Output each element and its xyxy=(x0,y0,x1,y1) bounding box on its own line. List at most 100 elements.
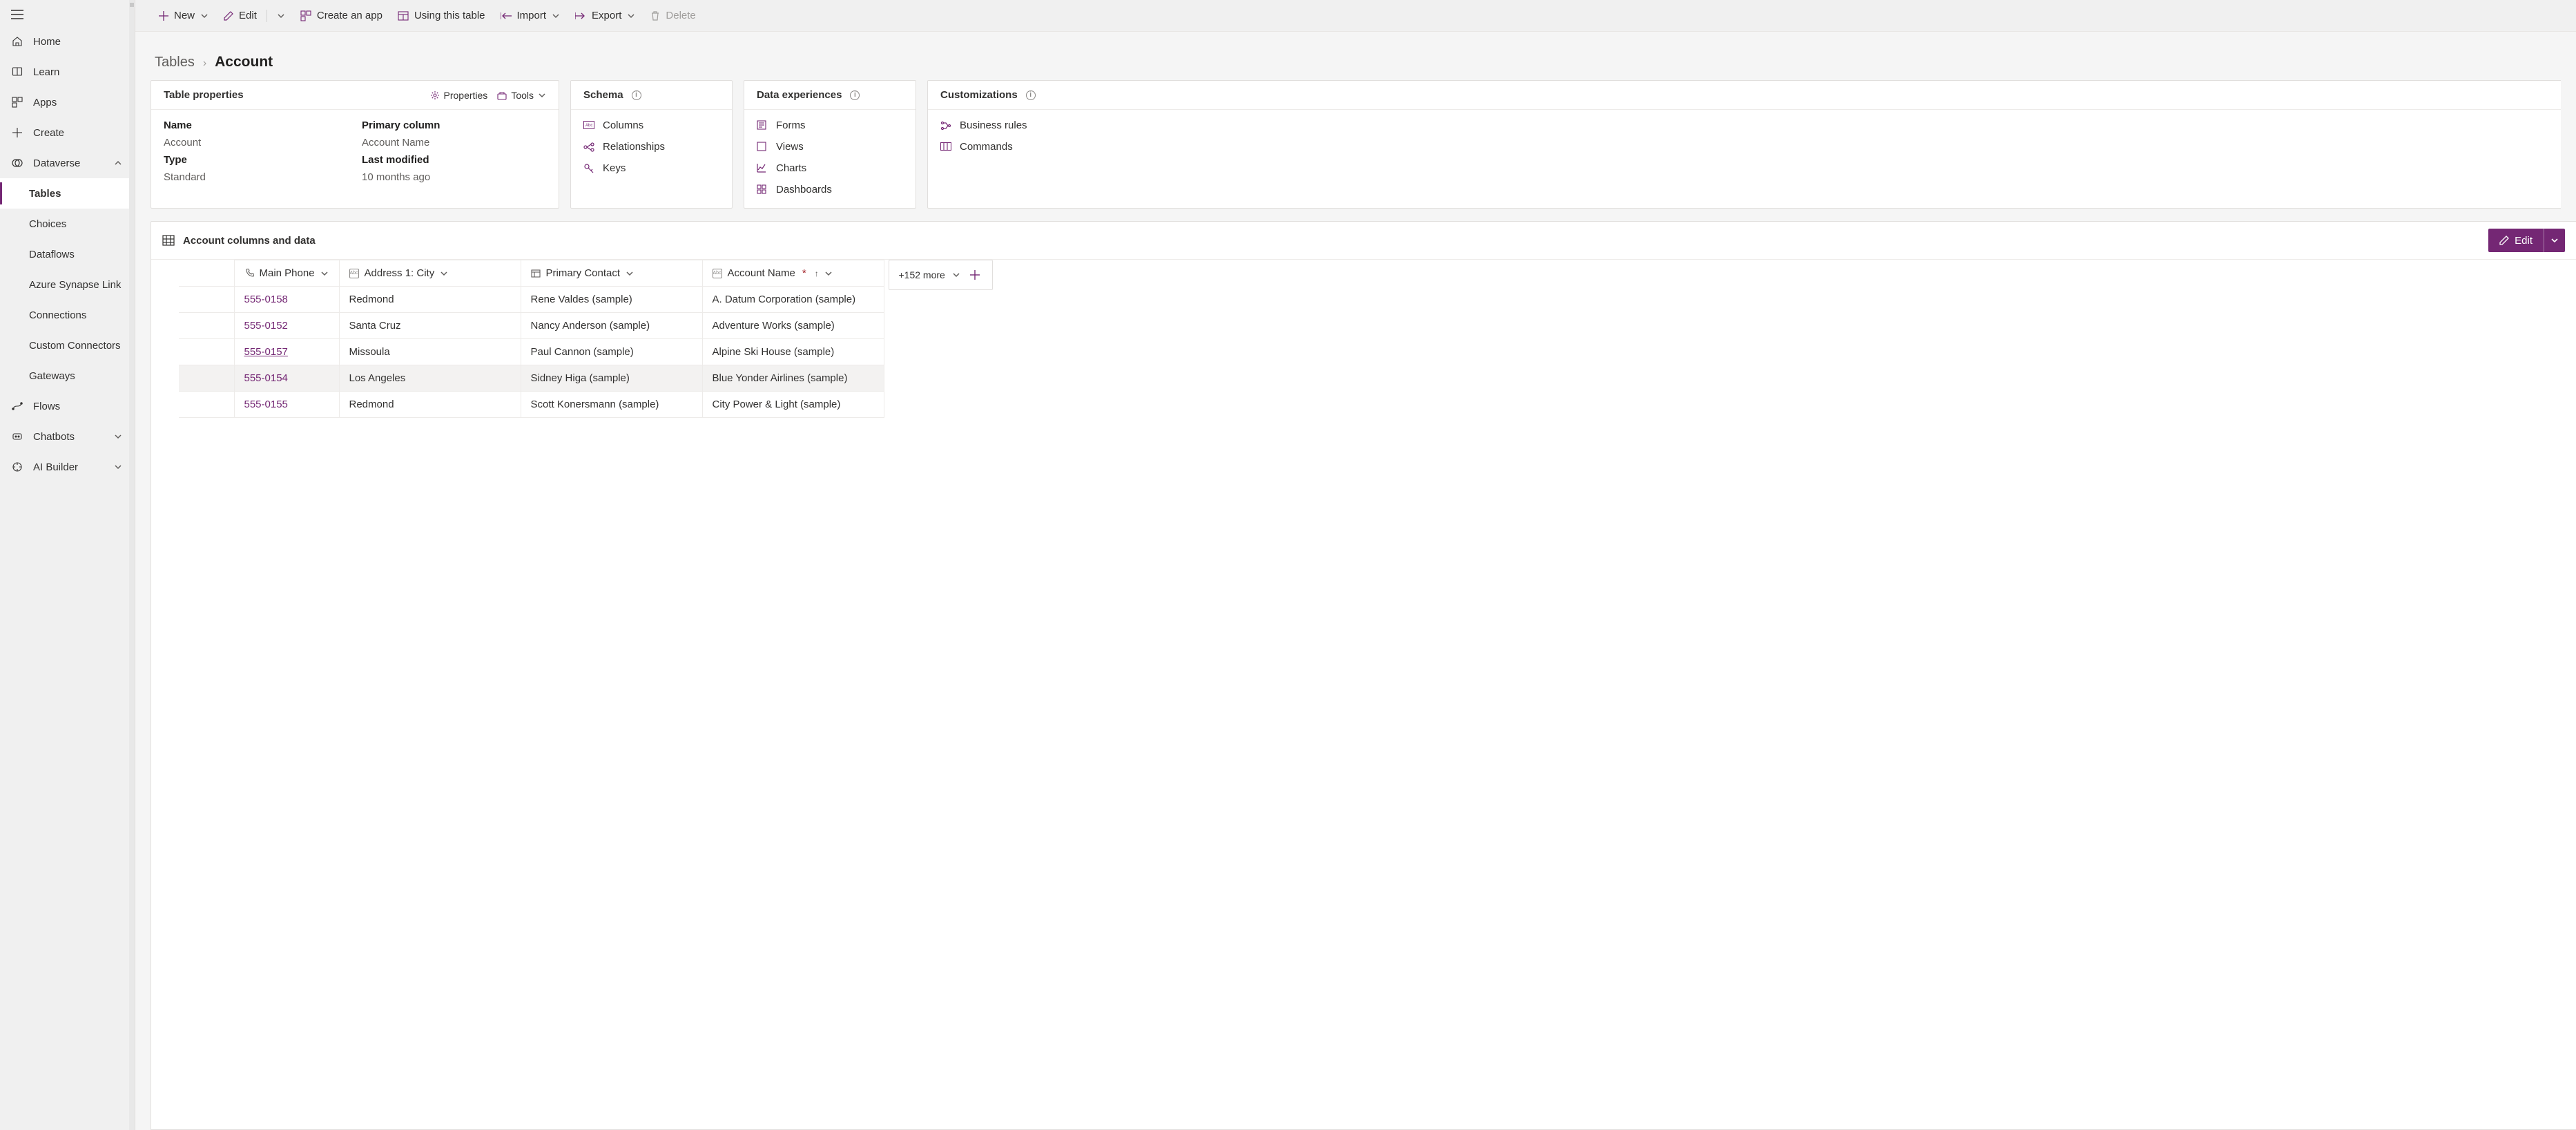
table-row[interactable]: 555-0155 RedmondScott Konersmann (sample)… xyxy=(179,392,884,418)
more-columns-button[interactable]: +152 more xyxy=(889,260,993,290)
nav-item-custom-connectors[interactable]: Custom Connectors xyxy=(0,330,135,361)
prop-primary-label: Primary column xyxy=(362,119,546,131)
nav-label: Dataflows xyxy=(29,249,75,260)
link-keys[interactable]: Keys xyxy=(583,162,719,174)
cell-account[interactable]: Alpine Ski House (sample) xyxy=(702,339,884,365)
card-title: Schema xyxy=(583,89,623,101)
table-row[interactable]: 555-0157 MissoulaPaul Cannon (sample)Alpi… xyxy=(179,339,884,365)
edit-dropdown[interactable] xyxy=(270,5,292,27)
using-table-button[interactable]: Using this table xyxy=(391,5,492,27)
pencil-icon xyxy=(224,11,233,21)
dashboards-icon xyxy=(757,184,768,195)
breadcrumb-parent[interactable]: Tables xyxy=(155,55,195,70)
cell-contact[interactable]: Sidney Higa (sample) xyxy=(521,365,702,392)
info-icon[interactable]: i xyxy=(1026,90,1036,100)
nav-item-synapse[interactable]: Azure Synapse Link xyxy=(0,269,135,300)
link-commands[interactable]: Commands xyxy=(940,141,2548,153)
link-charts[interactable]: Charts xyxy=(757,162,903,174)
nav-item-chatbots[interactable]: Chatbots xyxy=(0,421,135,452)
card-table-properties: Table properties Properties Tools xyxy=(151,80,559,209)
table-icon xyxy=(398,10,409,21)
table-row[interactable]: 555-0154 Los AngelesSidney Higa (sample)B… xyxy=(179,365,884,392)
data-section: Account columns and data Edit xyxy=(151,221,2576,1130)
phone-link[interactable]: 555-0152 xyxy=(244,320,288,332)
phone-link[interactable]: 555-0157 xyxy=(244,346,288,358)
home-icon xyxy=(11,35,23,48)
nav-item-dataflows[interactable]: Dataflows xyxy=(0,239,135,269)
col-header-city[interactable]: Abc Address 1: City xyxy=(339,260,521,287)
row-gutter[interactable] xyxy=(179,287,234,313)
cell-city[interactable]: Los Angeles xyxy=(339,365,521,392)
relationships-icon xyxy=(583,142,594,153)
row-gutter[interactable] xyxy=(179,313,234,339)
chevron-right-icon: › xyxy=(203,57,206,70)
info-icon[interactable]: i xyxy=(850,90,860,100)
col-header-phone[interactable]: Main Phone xyxy=(234,260,339,287)
nav-item-dataverse[interactable]: Dataverse xyxy=(0,148,135,178)
nav-item-create[interactable]: Create xyxy=(0,117,135,148)
scrollbar-thumb[interactable] xyxy=(130,3,134,7)
cell-city[interactable]: Redmond xyxy=(339,392,521,418)
nav-item-learn[interactable]: Learn xyxy=(0,57,135,87)
link-views[interactable]: Views xyxy=(757,141,903,153)
nav-item-flows[interactable]: Flows xyxy=(0,391,135,421)
col-header-contact[interactable]: Primary Contact xyxy=(521,260,702,287)
nav-item-gateways[interactable]: Gateways xyxy=(0,361,135,391)
nav-item-connections[interactable]: Connections xyxy=(0,300,135,330)
nav-item-tables[interactable]: Tables xyxy=(0,178,135,209)
tools-action[interactable]: Tools xyxy=(497,90,546,101)
add-column-button[interactable] xyxy=(967,267,982,282)
cell-city[interactable]: Santa Cruz xyxy=(339,313,521,339)
nav-item-choices[interactable]: Choices xyxy=(0,209,135,239)
nav-item-ai-builder[interactable]: AI Builder xyxy=(0,452,135,482)
cell-city[interactable]: Missoula xyxy=(339,339,521,365)
table-row[interactable]: 555-0152 Santa CruzNancy Anderson (sample… xyxy=(179,313,884,339)
cell-city[interactable]: Redmond xyxy=(339,287,521,313)
cell-contact[interactable]: Rene Valdes (sample) xyxy=(521,287,702,313)
dataverse-icon xyxy=(11,157,23,169)
table-row[interactable]: 555-0158 RedmondRene Valdes (sample)A. Da… xyxy=(179,287,884,313)
cell-account[interactable]: Blue Yonder Airlines (sample) xyxy=(702,365,884,392)
cell-phone[interactable]: 555-0152 xyxy=(234,313,339,339)
cell-phone[interactable]: 555-0155 xyxy=(234,392,339,418)
card-customizations: Customizations i Business rules Commands xyxy=(927,80,2561,209)
sidebar-scrollbar[interactable] xyxy=(129,0,135,1130)
phone-link[interactable]: 555-0154 xyxy=(244,372,288,384)
row-gutter[interactable] xyxy=(179,365,234,392)
cell-phone[interactable]: 555-0158 xyxy=(234,287,339,313)
row-gutter[interactable] xyxy=(179,392,234,418)
hamburger-button[interactable] xyxy=(0,0,135,26)
cell-account[interactable]: Adventure Works (sample) xyxy=(702,313,884,339)
link-relationships[interactable]: Relationships xyxy=(583,141,719,153)
link-forms[interactable]: Forms xyxy=(757,119,903,131)
nav-item-home[interactable]: Home xyxy=(0,26,135,57)
link-dashboards[interactable]: Dashboards xyxy=(757,184,903,195)
properties-action[interactable]: Properties xyxy=(430,90,488,101)
cell-account[interactable]: A. Datum Corporation (sample) xyxy=(702,287,884,313)
cell-phone[interactable]: 555-0154 xyxy=(234,365,339,392)
edit-button[interactable]: Edit xyxy=(217,5,264,27)
cell-phone[interactable]: 555-0157 xyxy=(234,339,339,365)
cell-contact[interactable]: Scott Konersmann (sample) xyxy=(521,392,702,418)
action-label: Properties xyxy=(444,90,488,101)
export-button[interactable]: Export xyxy=(568,5,642,27)
create-app-button[interactable]: Create an app xyxy=(293,5,389,27)
edit-dropdown-button[interactable] xyxy=(2544,229,2565,252)
link-business-rules[interactable]: Business rules xyxy=(940,119,2548,131)
cell-account[interactable]: City Power & Light (sample) xyxy=(702,392,884,418)
col-header-account[interactable]: Abc Account Name * ↑ xyxy=(702,260,884,287)
info-icon[interactable]: i xyxy=(632,90,641,100)
edit-data-button[interactable]: Edit xyxy=(2488,229,2544,252)
plus-icon xyxy=(969,269,980,280)
import-button[interactable]: Import xyxy=(494,5,568,27)
card-title: Customizations xyxy=(940,89,1018,101)
link-columns[interactable]: Abc Columns xyxy=(583,119,719,131)
new-button[interactable]: New xyxy=(152,5,215,27)
row-gutter[interactable] xyxy=(179,339,234,365)
cell-contact[interactable]: Paul Cannon (sample) xyxy=(521,339,702,365)
cell-contact[interactable]: Nancy Anderson (sample) xyxy=(521,313,702,339)
nav-item-apps[interactable]: Apps xyxy=(0,87,135,117)
phone-link[interactable]: 555-0155 xyxy=(244,399,288,410)
phone-link[interactable]: 555-0158 xyxy=(244,294,288,305)
card-title: Table properties xyxy=(164,89,244,101)
